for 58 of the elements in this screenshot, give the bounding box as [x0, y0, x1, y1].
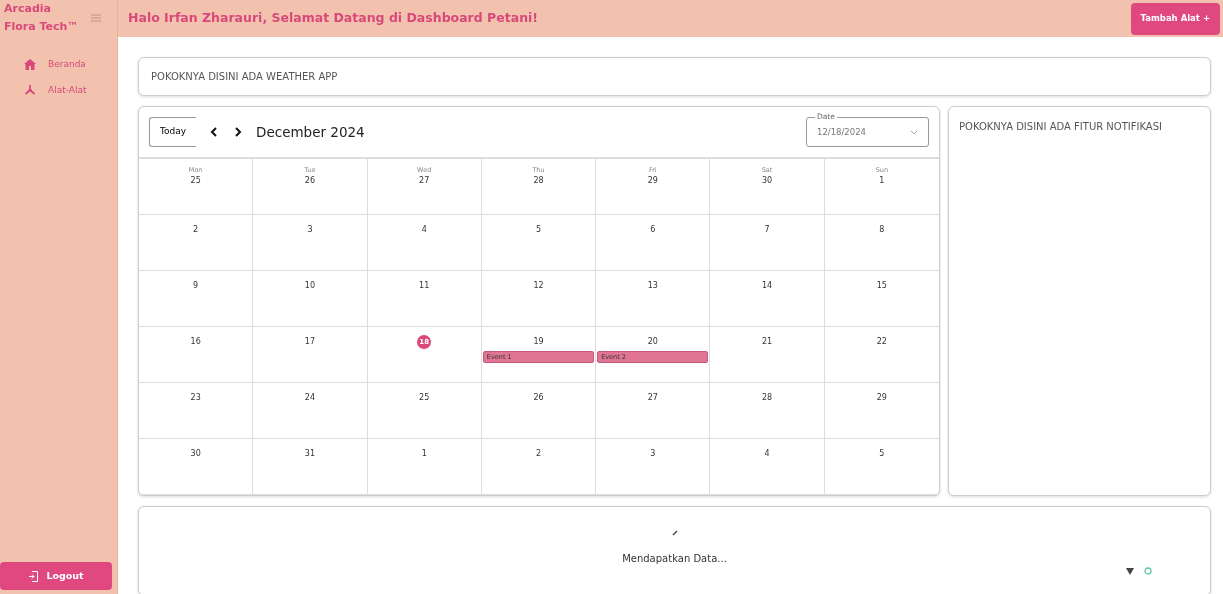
day-number[interactable]: 4	[417, 223, 432, 237]
day-number[interactable]: 27	[417, 173, 432, 188]
home-icon	[24, 59, 36, 71]
day-number[interactable]: 23	[188, 391, 203, 405]
day-number[interactable]: 14	[760, 279, 775, 293]
spinner-icon	[670, 529, 679, 537]
day-number[interactable]: 10	[302, 279, 317, 293]
day-number[interactable]: 20	[645, 335, 660, 349]
day-number[interactable]: 29	[645, 173, 660, 188]
chevron-down-icon	[910, 129, 918, 135]
notification-placeholder-text: POKOKNYA DISINI ADA FITUR NOTIFIKASI	[959, 121, 1162, 132]
day-number[interactable]: 17	[302, 335, 317, 349]
day-number[interactable]: 27	[645, 391, 660, 405]
weather-placeholder-text: POKOKNYA DISINI ADA WEATHER APP	[151, 70, 338, 84]
day-number[interactable]: 25	[188, 173, 203, 188]
day-number[interactable]: 30	[188, 447, 203, 461]
day-number[interactable]: 26	[302, 173, 317, 188]
day-number[interactable]: 26	[531, 391, 546, 405]
day-number[interactable]: 28	[760, 391, 775, 405]
logout-button[interactable]: Logout	[0, 562, 112, 590]
triangle-icon[interactable]	[1126, 567, 1134, 575]
month-title: December 2024	[256, 122, 365, 142]
day-number[interactable]: 2	[531, 447, 546, 461]
next-icon[interactable]	[233, 127, 243, 137]
day-number[interactable]: 1	[874, 173, 889, 188]
logout-icon	[28, 570, 39, 582]
day-number[interactable]: 6	[645, 223, 660, 237]
day-number[interactable]: 9	[188, 279, 203, 293]
greeting-text: Halo Irfan Zharauri, Selamat Datang di Dashboard Petani!	[128, 9, 539, 28]
day-number[interactable]: 25	[417, 391, 432, 405]
brand-name: Arcadia Flora Tech™	[3, 1, 80, 35]
day-number[interactable]: 15	[874, 279, 889, 293]
day-number[interactable]: 13	[645, 279, 660, 293]
day-number[interactable]: 22	[874, 335, 889, 349]
today-button[interactable]: Today	[149, 117, 197, 147]
day-number[interactable]: 30	[760, 173, 775, 188]
day-number[interactable]: 7	[760, 223, 775, 237]
previous-icon[interactable]	[210, 127, 220, 137]
day-number[interactable]: 4	[760, 447, 775, 461]
day-number[interactable]: 29	[874, 391, 889, 405]
day-number[interactable]: 8	[874, 223, 889, 237]
add-tool-button[interactable]: Tambah Alat +	[1130, 2, 1220, 35]
day-number[interactable]: 24	[302, 391, 317, 405]
day-number[interactable]: 12	[531, 279, 546, 293]
day-number[interactable]: 31	[302, 447, 317, 461]
day-number[interactable]: 11	[417, 279, 432, 293]
day-number[interactable]: 5	[874, 447, 889, 461]
day-number[interactable]: 16	[188, 335, 203, 349]
day-number[interactable]: 21	[760, 335, 775, 349]
day-number[interactable]: 5	[531, 223, 546, 237]
day-number[interactable]: 28	[531, 173, 546, 188]
day-number[interactable]: 3	[302, 223, 317, 237]
day-number[interactable]: 2	[188, 223, 203, 237]
loading-text: Mendapatkan Data...	[622, 552, 727, 566]
day-number[interactable]: 3	[645, 447, 660, 461]
nodes-icon	[24, 84, 36, 97]
day-number[interactable]: 1	[417, 447, 432, 461]
day-number[interactable]: 19	[531, 335, 546, 349]
